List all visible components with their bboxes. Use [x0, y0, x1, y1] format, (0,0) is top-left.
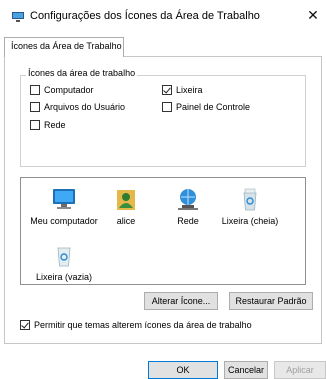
checkbox-box[interactable]	[30, 102, 40, 112]
user-folder-icon	[117, 190, 135, 210]
checkbox-rede[interactable]: Rede	[30, 120, 66, 130]
checkbox-label: Computador	[44, 85, 94, 95]
apply-button[interactable]: Aplicar	[274, 361, 326, 379]
checkbox-painel-de-controle[interactable]: Painel de Controle	[162, 102, 250, 112]
icon-item-meu-computador[interactable]: Meu computador	[29, 186, 99, 227]
checkbox-box[interactable]	[30, 85, 40, 95]
cancel-button[interactable]: Cancelar	[224, 361, 268, 379]
icon-label: Lixeira (cheia)	[221, 216, 279, 226]
icon-label: alice	[116, 216, 136, 226]
icon-label: Lixeira (vazia)	[35, 272, 93, 282]
monitor-icon	[53, 189, 75, 209]
icon-label: Rede	[177, 216, 199, 226]
checkbox-label: Arquivos do Usuário	[44, 102, 126, 112]
ok-button[interactable]: OK	[148, 361, 218, 379]
checkbox-computador[interactable]: Computador	[30, 85, 94, 95]
desktop-icons-settings-icon	[12, 12, 24, 22]
icon-list[interactable]: Meu computador alice Rede Lixeira (cheia…	[20, 177, 306, 285]
checkbox-box[interactable]	[162, 102, 172, 112]
icon-item-lixeira-vazia[interactable]: Lixeira (vazia)	[29, 242, 99, 283]
checkbox-box[interactable]	[20, 320, 30, 330]
checkbox-allow-themes[interactable]: Permitir que temas alterem ícones da áre…	[20, 320, 252, 330]
icon-item-lixeira-cheia[interactable]: Lixeira (cheia)	[215, 186, 285, 227]
icon-label: Meu computador	[30, 216, 98, 226]
window-title: Configurações dos Ícones da Área de Trab…	[30, 10, 260, 22]
icon-item-alice[interactable]: alice	[91, 186, 161, 227]
checkbox-label: Permitir que temas alterem ícones da áre…	[34, 320, 252, 330]
checkbox-label: Painel de Controle	[176, 102, 251, 112]
restore-default-button[interactable]: Restaurar Padrão	[229, 292, 313, 310]
checkbox-lixeira[interactable]: Lixeira	[162, 85, 203, 95]
checkbox-label: Rede	[44, 120, 66, 130]
change-icon-button[interactable]: Alterar Ícone...	[144, 292, 218, 310]
tab-label: Ícones da Área de Trabalho	[11, 41, 122, 51]
recycle-bin-empty-icon	[57, 247, 71, 267]
network-globe-icon	[178, 189, 198, 210]
title-bar: Configurações dos Ícones da Área de Trab…	[0, 0, 326, 30]
tab-desktop-icons[interactable]: Ícones da Área de Trabalho	[4, 37, 124, 57]
group-label: Ícones da área de trabalho	[26, 68, 138, 78]
checkbox-label: Lixeira	[176, 85, 203, 95]
close-button[interactable]: ✕	[304, 6, 322, 24]
icon-item-rede[interactable]: Rede	[153, 186, 223, 227]
recycle-bin-full-icon	[243, 188, 257, 211]
checkbox-box[interactable]	[30, 120, 40, 130]
checkbox-arquivos-do-usuario[interactable]: Arquivos do Usuário	[30, 102, 125, 112]
checkbox-box[interactable]	[162, 85, 172, 95]
